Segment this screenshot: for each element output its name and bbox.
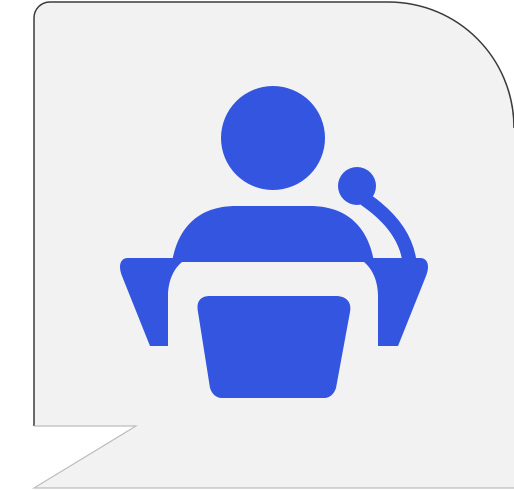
speech-bubble-illustration: [0, 0, 514, 490]
speaker-at-podium-icon: [31, 1, 514, 489]
speaker-head: [221, 86, 325, 190]
podium-front: [197, 296, 351, 398]
speaker-body: [172, 206, 374, 262]
